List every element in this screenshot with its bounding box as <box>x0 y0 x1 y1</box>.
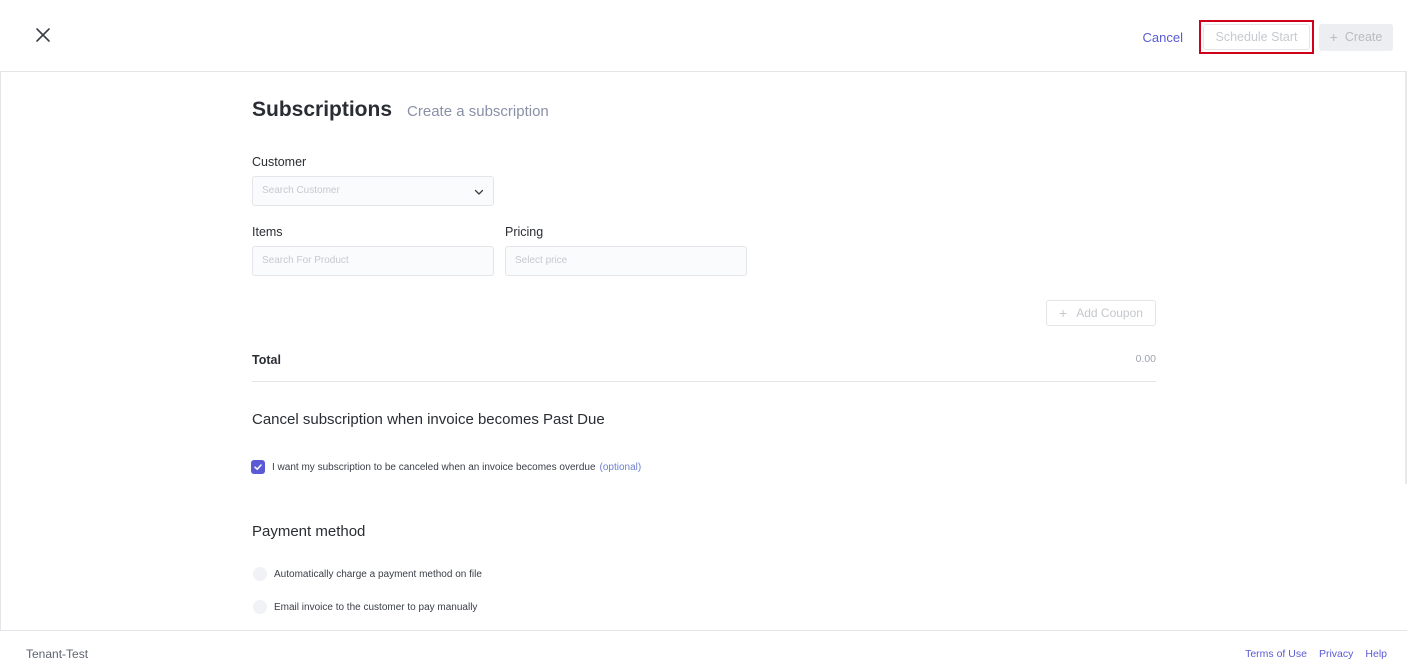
items-placeholder: Search For Product <box>262 255 349 266</box>
plus-icon: + <box>1059 305 1068 321</box>
terms-of-use-link[interactable]: Terms of Use <box>1245 648 1307 660</box>
footer: Tenant-Test Terms of Use Privacy Help <box>0 630 1407 671</box>
close-button[interactable] <box>30 22 56 48</box>
auto-charge-radio[interactable] <box>253 567 267 581</box>
left-divider <box>0 72 1 630</box>
optional-tag: (optional) <box>599 461 642 473</box>
customer-label: Customer <box>252 155 307 169</box>
email-invoice-radio[interactable] <box>253 600 267 614</box>
total-label: Total <box>252 353 281 367</box>
add-coupon-button[interactable]: + Add Coupon <box>1046 300 1156 326</box>
title-row: Subscriptions Create a subscription <box>252 98 549 122</box>
help-link[interactable]: Help <box>1365 648 1387 660</box>
cancel-overdue-option[interactable]: I want my subscription to be canceled wh… <box>251 460 641 474</box>
items-input[interactable]: Search For Product <box>252 246 494 276</box>
email-invoice-label: Email invoice to the customer to pay man… <box>274 601 478 613</box>
pricing-placeholder: Select price <box>515 255 568 266</box>
plus-icon: + <box>1329 29 1338 45</box>
page-subtitle: Create a subscription <box>407 103 549 120</box>
create-button[interactable]: + Create <box>1319 23 1393 51</box>
total-value: 0.00 <box>1135 353 1156 365</box>
cancel-link[interactable]: Cancel <box>1143 30 1183 45</box>
cancel-overdue-checkbox[interactable] <box>251 460 265 474</box>
payment-method-heading: Payment method <box>252 523 366 540</box>
tenant-name: Tenant-Test <box>26 647 89 661</box>
cancel-overdue-label: I want my subscription to be canceled wh… <box>272 461 596 473</box>
cancel-section-heading: Cancel subscription when invoice becomes… <box>252 411 605 428</box>
items-label: Items <box>252 225 283 239</box>
chevron-down-icon <box>474 189 484 195</box>
privacy-link[interactable]: Privacy <box>1319 648 1353 660</box>
customer-select[interactable]: Search Customer <box>252 176 494 206</box>
top-bar: Cancel Schedule Start + Create <box>0 0 1407 72</box>
cancel-overdue-text: I want my subscription to be canceled wh… <box>272 462 641 473</box>
customer-placeholder: Search Customer <box>262 185 340 196</box>
schedule-start-button[interactable]: Schedule Start <box>1203 24 1310 50</box>
footer-links: Terms of Use Privacy Help <box>1245 648 1387 660</box>
page-title: Subscriptions <box>252 98 393 121</box>
auto-charge-label: Automatically charge a payment method on… <box>274 568 482 580</box>
total-divider <box>252 381 1156 382</box>
payment-option-email-invoice[interactable]: Email invoice to the customer to pay man… <box>253 600 477 614</box>
top-actions: Cancel Schedule Start + Create <box>1143 20 1393 54</box>
payment-option-auto-charge[interactable]: Automatically charge a payment method on… <box>253 567 482 581</box>
create-button-label: Create <box>1344 30 1383 44</box>
check-icon <box>254 464 262 470</box>
add-coupon-label: Add Coupon <box>1076 306 1143 320</box>
pricing-label: Pricing <box>505 225 544 239</box>
close-icon <box>36 28 50 42</box>
pricing-input[interactable]: Select price <box>505 246 747 276</box>
schedule-start-highlight: Schedule Start <box>1199 20 1314 54</box>
